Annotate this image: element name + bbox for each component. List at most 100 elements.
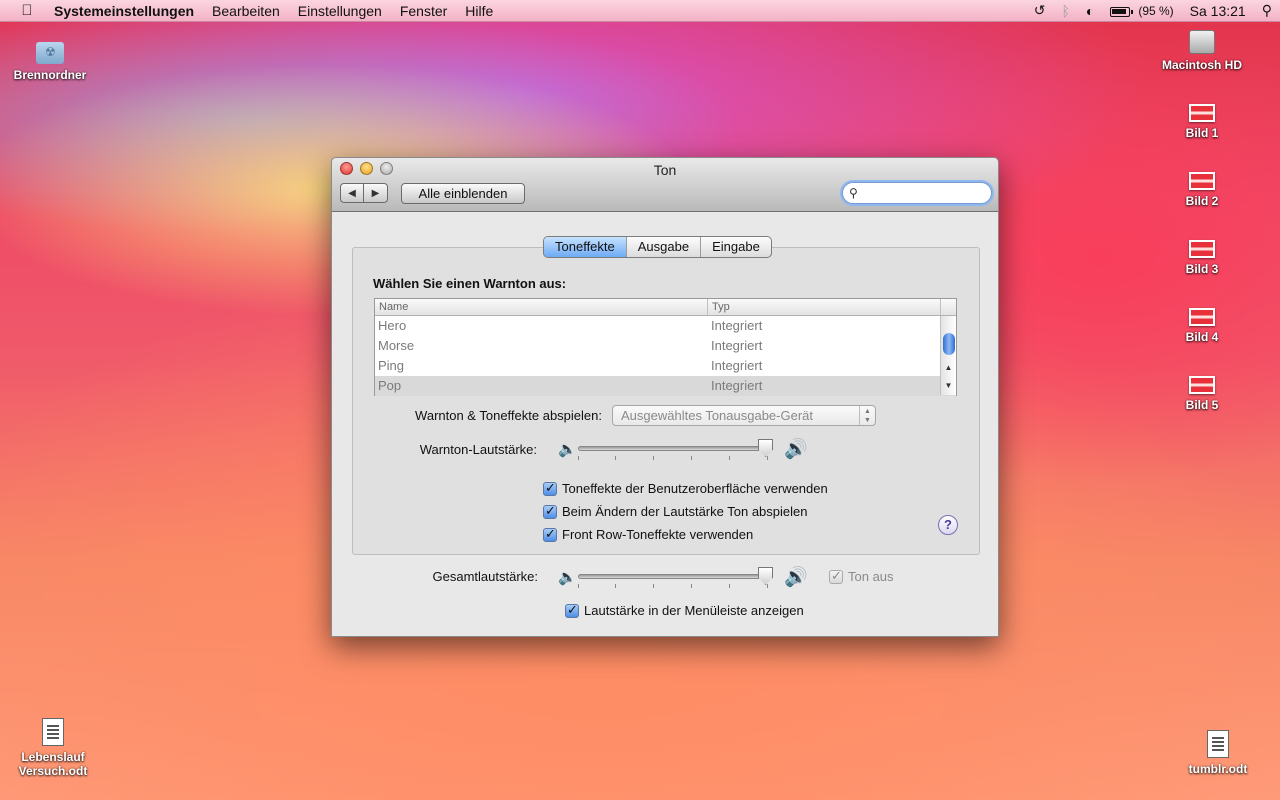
table-header: Name Typ xyxy=(375,299,956,316)
menu-hilfe[interactable]: Hilfe xyxy=(456,3,502,19)
tab-eingabe[interactable]: Eingabe xyxy=(700,237,771,257)
tab-toneffekte[interactable]: Toneffekte xyxy=(544,237,626,257)
checkbox-checked[interactable] xyxy=(565,602,579,618)
search-field[interactable]: ⚲ xyxy=(842,182,992,204)
checkbox-checked[interactable] xyxy=(543,480,557,496)
desktop-icon-label: Lebenslauf Versuch.odt xyxy=(18,750,88,778)
slider-track[interactable] xyxy=(578,446,768,451)
alert-volume-label: Warnton-Lautstärke: xyxy=(419,442,537,457)
desktop-icon-label: Macintosh HD xyxy=(1161,58,1242,72)
desktop-icon-bild-2[interactable]: Bild 2 xyxy=(1152,172,1252,208)
scroll-up-arrow-icon[interactable]: ▲ xyxy=(941,360,956,376)
table-row[interactable]: Ping Integriert xyxy=(375,356,956,376)
desktop-icon-bild-4[interactable]: Bild 4 xyxy=(1152,308,1252,344)
tab-bar: Toneffekte Ausgabe Eingabe xyxy=(543,236,772,258)
search-input[interactable] xyxy=(863,185,983,201)
wifi-icon[interactable]: ◐ xyxy=(1078,3,1102,19)
row-name: Ping xyxy=(378,358,405,373)
back-button[interactable]: ◀ xyxy=(340,183,364,203)
row-type: Integriert xyxy=(711,358,763,373)
sound-preferences-window: Ton ◀ ▶ Alle einblenden ⚲ Toneffekte Aus… xyxy=(331,157,999,637)
checkbox-label: Ton aus xyxy=(848,569,894,584)
desktop-icon-brennordner[interactable]: Brennordner xyxy=(0,42,100,82)
desktop-icon-lebenslauf[interactable]: Lebenslauf Versuch.odt xyxy=(3,718,103,778)
spotlight-icon[interactable]: ⚲ xyxy=(1254,2,1280,19)
checkbox-label: Beim Ändern der Lautstärke Ton abspielen xyxy=(562,504,808,519)
row-name: Pop xyxy=(378,378,402,393)
output-volume-label: Gesamtlautstärke: xyxy=(432,569,539,584)
document-icon xyxy=(1207,730,1229,758)
scroll-down-arrow-icon[interactable]: ▼ xyxy=(941,378,956,394)
checkbox-front-row-effects[interactable]: Front Row-Toneffekte verwenden xyxy=(543,526,754,542)
desktop-icon-macintosh-hd[interactable]: Macintosh HD xyxy=(1152,30,1252,72)
output-device-value: Ausgewähltes Tonausgabe-Gerät xyxy=(621,408,813,423)
row-type: Integriert xyxy=(711,378,763,393)
column-header-name[interactable]: Name xyxy=(375,299,708,315)
table-row[interactable]: Morse Integriert xyxy=(375,336,956,356)
menu-einstellungen[interactable]: Einstellungen xyxy=(289,3,391,19)
battery-icon[interactable] xyxy=(1102,3,1138,19)
desktop-icon-label: tumblr.odt xyxy=(1188,762,1248,776)
table-row[interactable]: Hero Integriert xyxy=(375,316,956,336)
scrollbar-thumb[interactable] xyxy=(943,333,955,355)
window-title: Ton xyxy=(653,162,677,178)
help-button[interactable]: ? xyxy=(938,515,958,535)
search-icon: ⚲ xyxy=(849,186,858,200)
time-machine-icon[interactable]: ↺ xyxy=(1026,2,1054,19)
play-through-label: Warnton & Toneffekte abspielen: xyxy=(415,408,602,423)
tab-ausgabe[interactable]: Ausgabe xyxy=(625,237,700,257)
image-file-icon xyxy=(1189,308,1215,326)
output-volume-slider[interactable]: 🔈 🔊 xyxy=(558,565,818,591)
desktop-icon-label: Bild 1 xyxy=(1185,126,1219,140)
clock[interactable]: Sa 13:21 xyxy=(1182,3,1254,19)
table-scrollbar[interactable]: ▲ ▼ xyxy=(940,316,956,395)
speaker-high-icon: 🔊 xyxy=(784,439,808,460)
checkbox-volume-in-menubar[interactable]: Lautstärke in der Menüleiste anzeigen xyxy=(565,602,804,618)
checkbox-checked[interactable] xyxy=(829,568,843,584)
slider-track[interactable] xyxy=(578,574,768,579)
desktop-icon-bild-1[interactable]: Bild 1 xyxy=(1152,104,1252,140)
slider-knob[interactable] xyxy=(758,439,773,457)
menu-bearbeiten[interactable]: Bearbeiten xyxy=(203,3,289,19)
document-icon xyxy=(42,718,64,746)
slider-knob[interactable] xyxy=(758,567,773,585)
speaker-low-icon: 🔈 xyxy=(558,569,577,586)
output-device-select[interactable]: Ausgewähltes Tonausgabe-Gerät ▲ ▼ xyxy=(612,405,876,426)
checkbox-volume-feedback[interactable]: Beim Ändern der Lautstärke Ton abspielen xyxy=(543,503,808,519)
burn-folder-icon xyxy=(36,42,64,64)
menu-fenster[interactable]: Fenster xyxy=(391,3,456,19)
alert-sounds-table: Name Typ Hero Integriert Morse Integrier… xyxy=(374,298,957,396)
desktop-icon-bild-5[interactable]: Bild 5 xyxy=(1152,376,1252,412)
arrow-left-icon: ◀ xyxy=(348,187,356,199)
desktop-icon-label: Bild 4 xyxy=(1185,330,1219,344)
checkbox-checked[interactable] xyxy=(543,526,557,542)
forward-button[interactable]: ▶ xyxy=(364,183,388,203)
bluetooth-icon[interactable]: ᛒ xyxy=(1053,3,1077,19)
table-row-selected[interactable]: Pop Integriert xyxy=(375,376,956,396)
desktop-icon-label: Bild 3 xyxy=(1185,262,1219,276)
checkbox-mute[interactable]: Ton aus xyxy=(829,568,894,584)
apple-icon[interactable]:  xyxy=(0,2,54,19)
desktop-icon-tumblr[interactable]: tumblr.odt xyxy=(1168,730,1268,776)
checkbox-ui-sound-effects[interactable]: Toneffekte der Benutzeroberfläche verwen… xyxy=(543,480,828,496)
image-file-icon xyxy=(1189,240,1215,258)
desktop-icon-bild-3[interactable]: Bild 3 xyxy=(1152,240,1252,276)
checkbox-label: Front Row-Toneffekte verwenden xyxy=(562,527,754,542)
row-type: Integriert xyxy=(711,318,763,333)
battery-percent[interactable]: (95 %) xyxy=(1138,4,1181,18)
choose-alert-label: Wählen Sie einen Warnton aus: xyxy=(373,276,567,291)
checkbox-checked[interactable] xyxy=(543,503,557,519)
alert-volume-slider[interactable]: 🔈 🔊 xyxy=(558,437,818,463)
image-file-icon xyxy=(1189,376,1215,394)
row-name: Morse xyxy=(378,338,415,353)
hard-drive-icon xyxy=(1189,30,1215,54)
window-toolbar: Ton ◀ ▶ Alle einblenden ⚲ xyxy=(332,158,998,212)
column-header-typ[interactable]: Typ xyxy=(708,299,941,315)
image-file-icon xyxy=(1189,104,1215,122)
row-type: Integriert xyxy=(711,338,763,353)
speaker-low-icon: 🔈 xyxy=(558,441,577,458)
checkbox-label: Lautstärke in der Menüleiste anzeigen xyxy=(584,603,804,618)
desktop-icon-label: Bild 2 xyxy=(1185,194,1219,208)
show-all-button[interactable]: Alle einblenden xyxy=(401,183,525,204)
menu-app-name[interactable]: Systemeinstellungen xyxy=(54,3,203,19)
